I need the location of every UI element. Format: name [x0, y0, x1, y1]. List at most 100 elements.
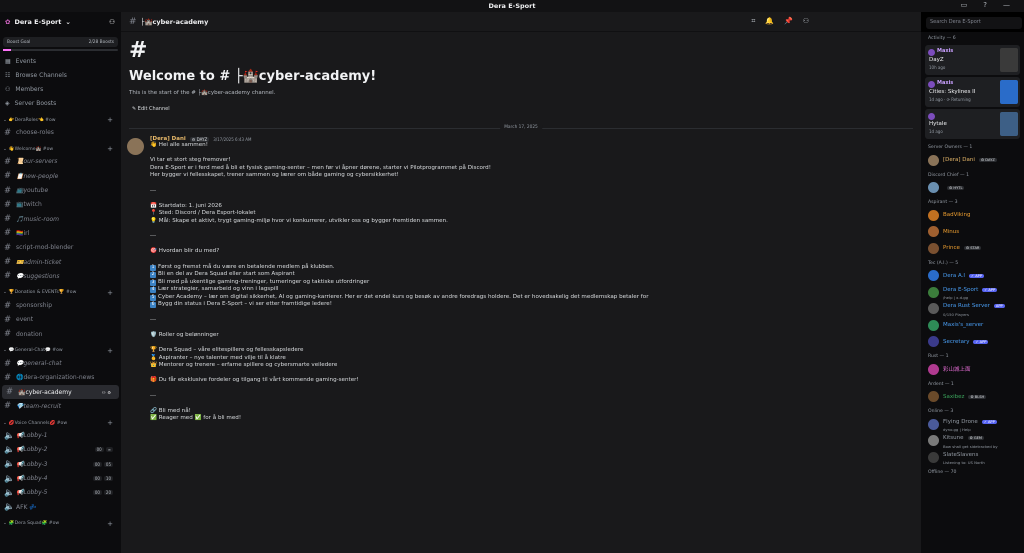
- channel-item[interactable]: # 💬suggestions: [0, 269, 121, 283]
- member-item[interactable]: Secretary ✓ APP: [921, 334, 1024, 351]
- channel-item[interactable]: # 📋new-people: [0, 169, 121, 183]
- channel-item[interactable]: # script-mod-blender: [0, 241, 121, 255]
- channel-item[interactable]: # 💬general-chat: [0, 356, 121, 370]
- server-header[interactable]: ✿ Dera E-Sport ⌄ ⚇: [0, 12, 121, 32]
- member-item[interactable]: Dera A.I ✓ APP: [921, 268, 1024, 285]
- add-channel-icon[interactable]: +: [107, 419, 113, 427]
- add-channel-icon[interactable]: +: [107, 520, 113, 528]
- channel-item[interactable]: # 🎵music-room: [0, 212, 121, 226]
- inbox-icon[interactable]: ▭: [961, 1, 968, 9]
- member-item[interactable]: SlateSlavens Listening to: US North: [921, 449, 1024, 466]
- add-channel-icon[interactable]: +: [107, 289, 113, 297]
- gear-icon[interactable]: ⚙: [107, 390, 111, 395]
- channel-item[interactable]: # 📺youtube: [0, 183, 121, 197]
- channel-name: 💬suggestions: [16, 272, 60, 280]
- category-header[interactable]: ⌄ 💬General-Chat💬 #ow +: [0, 345, 121, 356]
- activity-card[interactable]: Maxis DayZ 10h ago: [925, 45, 1020, 75]
- edit-channel-button[interactable]: ✎ Edit Channel: [129, 104, 173, 114]
- member-item[interactable]: 彩山城上面: [921, 361, 1024, 378]
- avatar: [928, 363, 939, 375]
- channel-item[interactable]: 🔈 📢Lobby-2 00 ∞: [0, 443, 121, 457]
- category-header[interactable]: ⌄ 👉DeraRoles👈 #ow +: [0, 115, 121, 126]
- invite-icon[interactable]: ⚇: [102, 390, 106, 395]
- avatar: [928, 113, 935, 120]
- help-icon[interactable]: ?: [983, 1, 987, 9]
- activity-time: 10h ago: [929, 65, 946, 70]
- threads-icon[interactable]: ⌗: [751, 17, 755, 26]
- hash-icon: #: [4, 171, 12, 182]
- category-header[interactable]: ⌄ 🏆Donation & EVENTs🏆 #ow +: [0, 287, 121, 298]
- channel-item[interactable]: # 🎫admin-ticket: [0, 255, 121, 269]
- channel-item[interactable]: 🔈 📢Lobby-3 00 05: [0, 457, 121, 471]
- channel-welcome: # Welcome to # ├🏰cyber-academy! This is …: [121, 32, 921, 120]
- category-header[interactable]: ⌄ 🧩Dera Squad🧩 #ow +: [0, 518, 121, 529]
- avatar: [928, 81, 935, 88]
- member-item[interactable]: [Dera] Dani ⚙ DAYZ: [921, 152, 1024, 169]
- member-tag: ⚙ DAYZ: [978, 158, 997, 163]
- message-line: 🎯 Hvordan blir du med?: [150, 248, 220, 255]
- activity-card[interactable]: Hytale 1d ago: [925, 109, 1020, 139]
- hash-icon: #: [4, 242, 12, 253]
- boost-label: Boost Goal: [7, 39, 31, 45]
- hash-icon: #: [4, 300, 12, 311]
- pin-icon[interactable]: 📌: [784, 17, 793, 26]
- nav-events[interactable]: ▦ Events: [0, 55, 121, 69]
- add-channel-icon[interactable]: +: [107, 116, 113, 124]
- category-header[interactable]: ⌄ 💋Voice Channels💋 #ow +: [0, 418, 121, 429]
- invite-icon[interactable]: ⚇: [109, 18, 115, 26]
- channel-item[interactable]: # event: [0, 313, 121, 327]
- member-list-icon[interactable]: ⚇: [803, 17, 809, 26]
- message-line: 💡 Mål: Skape et aktivt, trygt gaming-mil…: [150, 217, 448, 224]
- nav-members[interactable]: ⚇ Members: [0, 83, 121, 97]
- member-item[interactable]: Maxis's_server: [921, 317, 1024, 334]
- add-channel-icon[interactable]: +: [107, 145, 113, 153]
- member-item[interactable]: Dera E-Sport ✓ APP/help | x.d.gg: [921, 284, 1024, 301]
- member-item[interactable]: Prince ⚙ STAR: [921, 240, 1024, 257]
- message-line: 📅 Startdato: 1. juni 2026: [150, 202, 222, 209]
- minimize-icon[interactable]: —: [1003, 1, 1010, 9]
- bell-icon[interactable]: 🔔: [765, 17, 774, 26]
- activity-card[interactable]: Maxis Cities: Skylines II 1d ago · ⟳ Retur…: [925, 77, 1020, 107]
- channel-item[interactable]: # 💎team-recruit: [0, 399, 121, 413]
- member-item[interactable]: BadViking: [921, 207, 1024, 224]
- member-item[interactable]: Saxibez ⚙ BLSH: [921, 389, 1024, 406]
- activity-time: 1d ago: [929, 129, 943, 134]
- avatar[interactable]: [127, 138, 144, 155]
- member-item[interactable]: ⚙ HYTL: [921, 180, 1024, 197]
- channel-item[interactable]: 🔈 📢Lobby-4 00 10: [0, 471, 121, 485]
- channel-item[interactable]: # 🏳️‍🌈irl: [0, 226, 121, 240]
- channel-item[interactable]: # 📺twitch: [0, 198, 121, 212]
- nav-server-boosts[interactable]: ◈ Server Boosts: [0, 97, 121, 111]
- channel-name: 📢Lobby-3: [16, 460, 48, 468]
- channel-item[interactable]: # choose-roles: [0, 126, 121, 140]
- channel-sidebar: ✿ Dera E-Sport ⌄ ⚇ Boost Goal 2/28 Boost…: [0, 12, 121, 553]
- channel-item[interactable]: # donation: [0, 327, 121, 341]
- channel-item[interactable]: # 🌐dera-organization-news: [0, 371, 121, 385]
- boost-goal[interactable]: Boost Goal 2/28 Boosts: [3, 37, 118, 47]
- member-group-header: Offline — 70: [928, 469, 957, 475]
- search-input[interactable]: Search Dera E-Sport: [926, 17, 1022, 29]
- channel-item[interactable]: # 📜our-servers: [0, 155, 121, 169]
- member-item[interactable]: Dera Rust Server APP 0/150 Players: [921, 301, 1024, 318]
- add-channel-icon[interactable]: +: [107, 347, 113, 355]
- member-item[interactable]: Kitsune ⚙ GEM Bow shall get sidetracked by: [921, 433, 1024, 450]
- channel-item[interactable]: # sponsorship: [0, 298, 121, 312]
- nav-browse-channels[interactable]: ☷ Browse Channels: [0, 69, 121, 83]
- message-line: Her bygger vi fellesskapet, trener samme…: [150, 172, 399, 179]
- message-line: ---: [150, 187, 157, 194]
- chevron-down-icon: ⌄: [3, 290, 7, 296]
- members-icon: ⚇: [5, 86, 11, 93]
- member-name: Minus: [943, 228, 960, 235]
- member-item[interactable]: Flying Drone ✓ APP dyno.gg | Help: [921, 416, 1024, 433]
- channel-item[interactable]: 🔈 AFK 💤: [0, 500, 121, 514]
- category-name: 💬General-Chat💬 #ow: [8, 348, 63, 354]
- channel-item[interactable]: 🔈 📢Lobby-5 00 20: [0, 486, 121, 500]
- member-tag: ⚙ STAR: [963, 246, 982, 251]
- member-group-header: Discord Chief — 1: [928, 172, 970, 178]
- channel-item[interactable]: 🔈 📢Lobby-1: [0, 429, 121, 443]
- member-item[interactable]: Minus: [921, 224, 1024, 241]
- category-header[interactable]: ⌄ 👋Welcome🏰 #ow +: [0, 144, 121, 155]
- avatar: [928, 418, 939, 430]
- channel-item[interactable]: # 🏰cyber-academy ⚇ ⚙: [2, 384, 119, 400]
